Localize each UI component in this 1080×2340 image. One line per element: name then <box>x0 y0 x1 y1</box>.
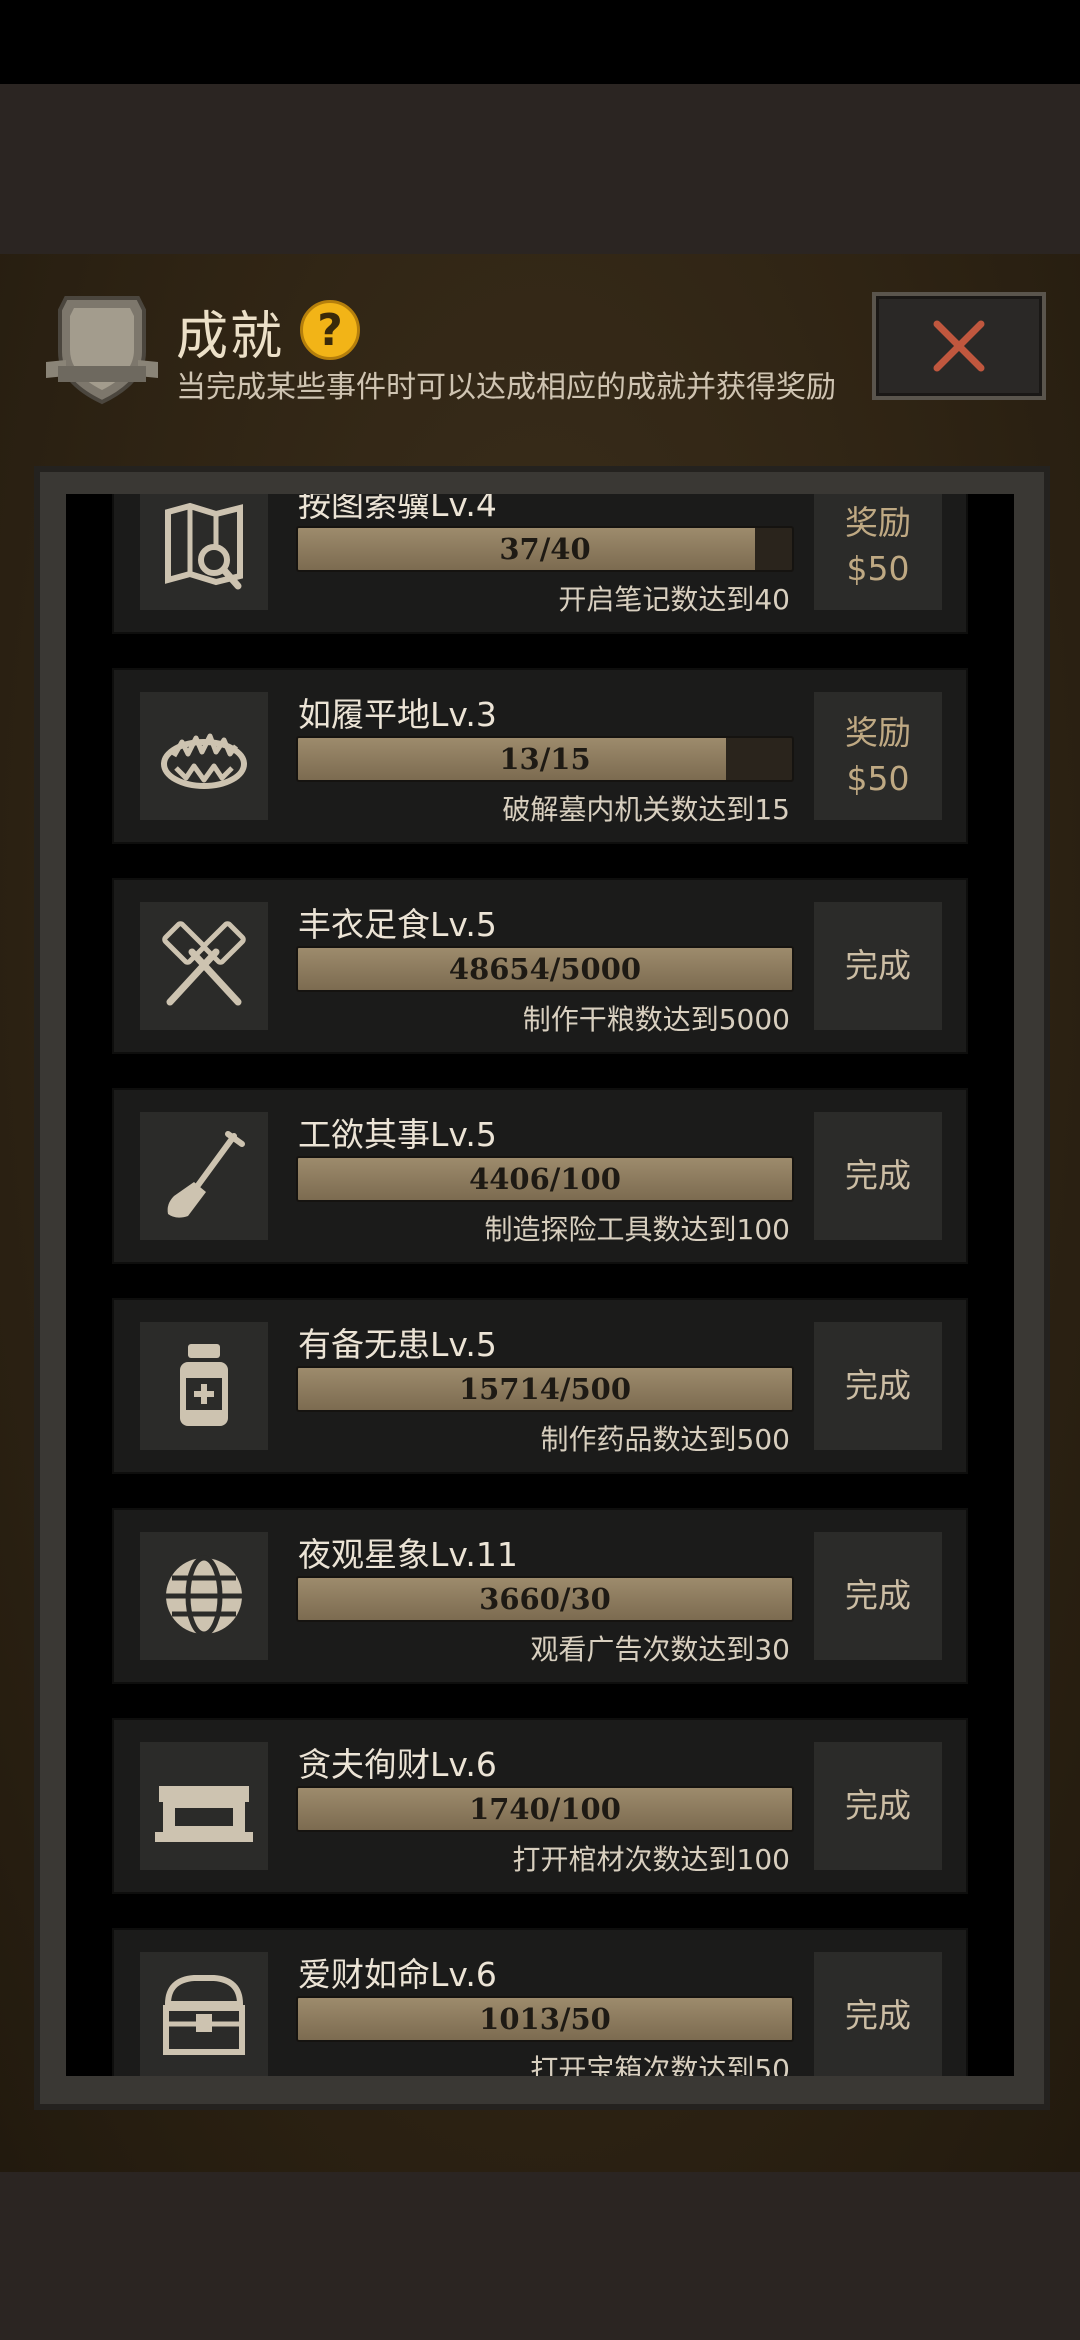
reward-button[interactable]: 奖励 $50 <box>814 494 942 610</box>
progress-bar: 15714/500 <box>296 1366 794 1412</box>
complete-status[interactable]: 完成 <box>814 1532 942 1660</box>
achievement-description: 破解墓内机关数达到15 <box>502 793 790 826</box>
coffin-icon <box>140 1742 268 1870</box>
progress-text: 1740/100 <box>469 1792 621 1826</box>
close-icon <box>933 320 985 372</box>
list-item: 爱财如命Lv.6 1013/50 打开宝箱次数达到50 完成 <box>112 1928 968 2076</box>
achievement-name: 夜观星象Lv.11 <box>298 1535 518 1574</box>
map-search-icon <box>140 494 268 610</box>
progress-bar: 13/15 <box>296 736 794 782</box>
progress-bar: 1740/100 <box>296 1786 794 1832</box>
dim-overlay-bottom <box>0 2172 1080 2340</box>
progress-bar: 48654/5000 <box>296 946 794 992</box>
reward-button[interactable]: 奖励 $50 <box>814 692 942 820</box>
achievement-description: 打开棺材次数达到100 <box>512 1843 790 1876</box>
list-item: 丰衣足食Lv.5 48654/5000 制作干粮数达到5000 完成 <box>112 878 968 1054</box>
progress-text: 1013/50 <box>479 2002 611 2036</box>
progress-text: 37/40 <box>499 532 591 566</box>
treasure-chest-icon <box>140 1952 268 2076</box>
complete-status[interactable]: 完成 <box>814 1742 942 1870</box>
status-bar <box>0 0 1080 84</box>
shovel-icon <box>140 1112 268 1240</box>
achievement-description: 制作药品数达到500 <box>540 1423 790 1456</box>
achievement-name: 工欲其事Lv.5 <box>298 1115 497 1154</box>
achievement-description: 打开宝箱次数达到50 <box>530 2053 790 2076</box>
achievement-name: 有备无患Lv.5 <box>298 1325 497 1364</box>
complete-status[interactable]: 完成 <box>814 902 942 1030</box>
page-subtitle: 当完成某些事件时可以达成相应的成就并获得奖励 <box>176 370 836 405</box>
help-icon[interactable]: ? <box>300 300 360 360</box>
progress-bar: 3660/30 <box>296 1576 794 1622</box>
complete-status[interactable]: 完成 <box>814 1322 942 1450</box>
list-item: 夜观星象Lv.11 3660/30 观看广告次数达到30 完成 <box>112 1508 968 1684</box>
trap-icon <box>140 692 268 820</box>
progress-text: 4406/100 <box>469 1162 621 1196</box>
complete-status[interactable]: 完成 <box>814 1952 942 2076</box>
achievement-description: 开启笔记数达到40 <box>558 583 790 616</box>
achievement-list[interactable]: 按图索骥Lv.4 37/40 开启笔记数达到40 奖励 $50 如履平地Lv.3… <box>66 494 1014 2076</box>
list-item: 工欲其事Lv.5 4406/100 制造探险工具数达到100 完成 <box>112 1088 968 1264</box>
dim-overlay-top <box>0 84 1080 254</box>
progress-bar: 37/40 <box>296 526 794 572</box>
progress-text: 13/15 <box>499 742 591 776</box>
progress-text: 15714/500 <box>458 1372 632 1406</box>
close-button[interactable] <box>872 292 1046 400</box>
achievement-badge-icon <box>44 290 160 408</box>
achievement-description: 制造探险工具数达到100 <box>484 1213 790 1246</box>
achievement-name: 贪夫徇财Lv.6 <box>298 1745 497 1784</box>
spatula-icon <box>140 902 268 1030</box>
progress-bar: 1013/50 <box>296 1996 794 2042</box>
achievement-name: 按图索骥Lv.4 <box>298 494 497 524</box>
list-item: 按图索骥Lv.4 37/40 开启笔记数达到40 奖励 $50 <box>112 494 968 634</box>
progress-bar: 4406/100 <box>296 1156 794 1202</box>
medicine-bottle-icon <box>140 1322 268 1450</box>
list-item: 有备无患Lv.5 15714/500 制作药品数达到500 完成 <box>112 1298 968 1474</box>
achievement-name: 爱财如命Lv.6 <box>298 1955 497 1994</box>
achievement-description: 观看广告次数达到30 <box>530 1633 790 1666</box>
complete-status[interactable]: 完成 <box>814 1112 942 1240</box>
achievement-description: 制作干粮数达到5000 <box>522 1003 790 1036</box>
list-item: 如履平地Lv.3 13/15 破解墓内机关数达到15 奖励 $50 <box>112 668 968 844</box>
progress-text: 48654/5000 <box>448 952 642 986</box>
page-title: 成就 <box>176 307 285 367</box>
achievement-name: 丰衣足食Lv.5 <box>298 905 497 944</box>
list-item: 贪夫徇财Lv.6 1740/100 打开棺材次数达到100 完成 <box>112 1718 968 1894</box>
globe-icon <box>140 1532 268 1660</box>
progress-text: 3660/30 <box>479 1582 611 1616</box>
achievement-name: 如履平地Lv.3 <box>298 695 497 734</box>
